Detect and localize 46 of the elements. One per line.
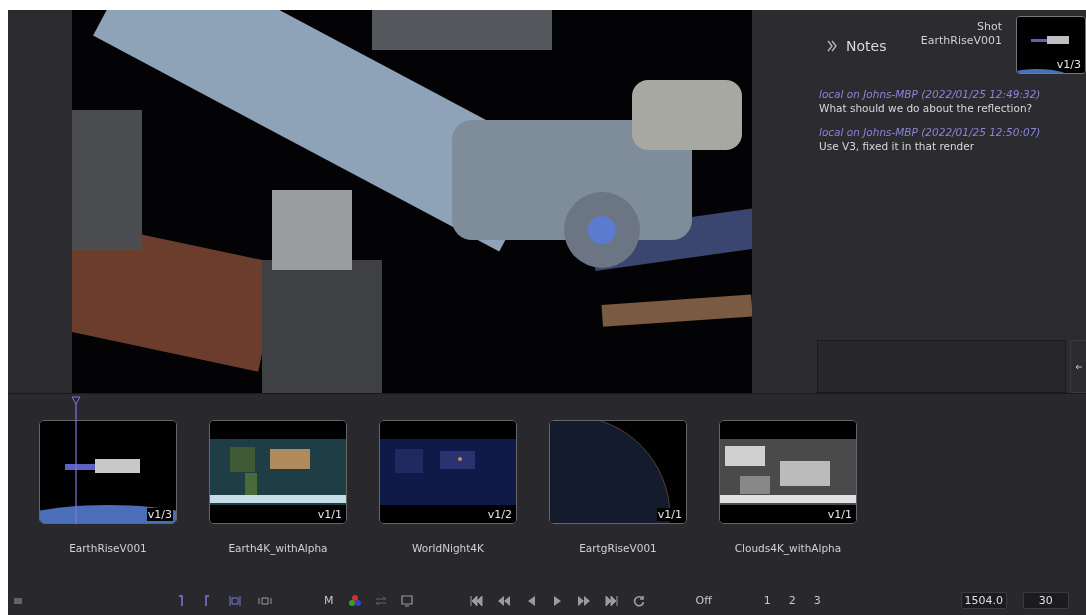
guide-button[interactable]: 1 bbox=[763, 594, 771, 607]
version-label: v1/1 bbox=[656, 508, 683, 521]
clip-name: EarthRiseV001 bbox=[69, 542, 147, 554]
note-author: local on Johns-MBP (2022/01/25 12:50:07) bbox=[819, 126, 1042, 138]
note-text: Use V3, fixed it in that render bbox=[819, 140, 976, 152]
color-channels-button[interactable] bbox=[347, 593, 362, 608]
clip-thumbnail[interactable]: v1/2 bbox=[379, 420, 517, 524]
loop-icon bbox=[631, 593, 646, 608]
shot-thumbnail[interactable]: v1/3 bbox=[1016, 16, 1086, 74]
sync-button[interactable]: Off bbox=[695, 594, 712, 607]
shot-label: Shot bbox=[977, 20, 1002, 34]
rgb-icon bbox=[347, 593, 362, 608]
skip-forward-icon bbox=[603, 593, 620, 608]
version-label: v1/2 bbox=[486, 508, 513, 521]
clip-thumbnail[interactable]: v1/3 bbox=[39, 420, 177, 524]
view-mode-button[interactable]: M bbox=[324, 594, 334, 607]
chevron-icon bbox=[826, 39, 838, 53]
loop-button[interactable] bbox=[631, 593, 646, 608]
clip-thumbnail[interactable]: v1/1 bbox=[719, 420, 857, 524]
fast-forward-button[interactable] bbox=[575, 593, 592, 608]
fps-field[interactable]: 30 bbox=[1022, 592, 1069, 609]
shot-name: EarthRiseV001 bbox=[920, 34, 1002, 48]
version-label: v1/1 bbox=[316, 508, 343, 521]
version-label: v1/3 bbox=[1055, 58, 1082, 71]
panel-title: Notes bbox=[846, 38, 887, 54]
clip-name: Clouds4K_withAlpha bbox=[734, 542, 842, 554]
monitor-icon bbox=[399, 593, 414, 608]
note-text: What should we do about the reflection? bbox=[819, 102, 1034, 114]
playhead[interactable] bbox=[71, 396, 81, 524]
monitor-button[interactable] bbox=[399, 593, 414, 608]
fast-forward-icon bbox=[575, 593, 592, 608]
skip-back-icon bbox=[467, 593, 484, 608]
clip-thumbnail[interactable]: v1/1 bbox=[209, 420, 347, 524]
clip-name: Earth4K_withAlpha bbox=[228, 542, 328, 554]
version-label: v1/1 bbox=[826, 508, 853, 521]
clip-name: EartgRiseV001 bbox=[579, 542, 657, 554]
clip-name: WorldNight4K bbox=[412, 542, 484, 554]
range-icon bbox=[226, 593, 244, 608]
last-frame-button[interactable] bbox=[603, 593, 620, 608]
guide-button[interactable]: 2 bbox=[788, 594, 796, 607]
frame-field[interactable]: 1504.0 bbox=[960, 592, 1007, 609]
note-author: local on Johns-MBP (2022/01/25 12:49:32) bbox=[819, 88, 1042, 100]
first-frame-button[interactable] bbox=[467, 593, 484, 608]
guide-button[interactable]: 3 bbox=[813, 594, 821, 607]
clip-thumbnail[interactable]: v1/1 bbox=[549, 420, 687, 524]
version-label: v1/3 bbox=[146, 508, 173, 521]
